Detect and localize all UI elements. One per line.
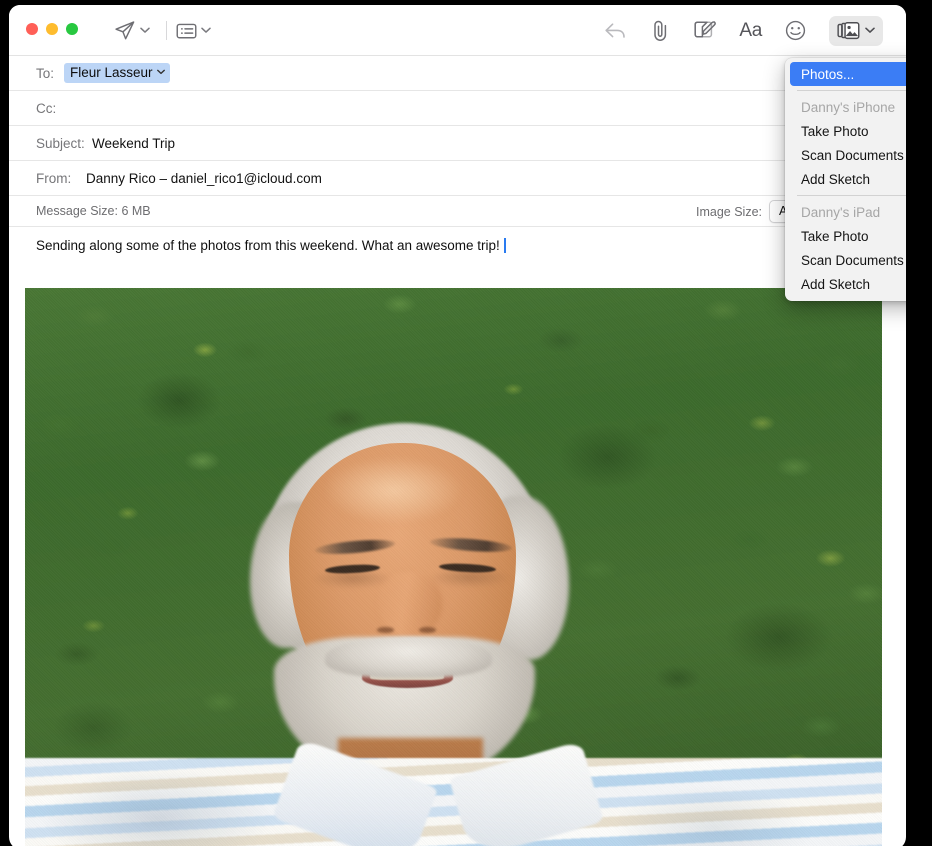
menu-header-danny-iphone: Danny's iPhone: [785, 95, 906, 119]
photo-browser-icon: [837, 21, 860, 41]
reply-arrow-icon[interactable]: [603, 20, 627, 42]
subject-label: Subject:: [36, 136, 92, 151]
menu-item-ipad-take-photo[interactable]: Take Photo: [785, 224, 906, 248]
message-size-label: Message Size: 6 MB: [36, 204, 151, 218]
menu-item-iphone-take-photo[interactable]: Take Photo: [785, 119, 906, 143]
zoom-button[interactable]: [66, 23, 78, 35]
header-fields: To: Fleur Lasseur Cc: Subject: Weekend T…: [9, 56, 906, 196]
recipient-chevron-down-icon[interactable]: [157, 68, 165, 77]
menu-header-danny-ipad: Danny's iPad: [785, 200, 906, 224]
paperclip-icon[interactable]: [649, 19, 671, 43]
photo-attachment[interactable]: [25, 288, 882, 846]
forehead-highlight: [325, 457, 462, 525]
markup-pen-icon[interactable]: [693, 20, 717, 42]
photo-browser-menu: Photos... Danny's iPhone Take Photo Scan…: [785, 58, 906, 301]
menu-item-photos[interactable]: Photos...: [790, 62, 906, 86]
from-field-row[interactable]: From: Danny Rico – daniel_rico1@icloud.c…: [9, 161, 906, 196]
smiley-icon[interactable]: [784, 19, 807, 42]
close-button[interactable]: [26, 23, 38, 35]
nostril-right: [419, 627, 435, 633]
nostril-left: [377, 627, 393, 633]
photo-browser-chevron-down-icon[interactable]: [862, 27, 877, 34]
message-body-text: Sending along some of the photos from th…: [36, 238, 500, 253]
stationery-chevron-down-icon[interactable]: [197, 27, 215, 34]
cc-label: Cc:: [36, 101, 64, 116]
format-text-button[interactable]: Aa: [739, 20, 762, 42]
subject-value: Weekend Trip: [92, 136, 175, 151]
text-caret: [504, 238, 506, 253]
message-size-row: Message Size: 6 MB Image Size: Act: [9, 196, 906, 227]
image-size-label: Image Size:: [696, 205, 762, 219]
menu-item-ipad-add-sketch[interactable]: Add Sketch: [785, 272, 906, 296]
window-toolbar: Aa: [9, 5, 906, 56]
message-body[interactable]: Sending along some of the photos from th…: [9, 227, 906, 263]
recipient-token-fleur-lasseur[interactable]: Fleur Lasseur: [64, 63, 170, 83]
toolbar-right-group: Aa: [603, 5, 883, 56]
person-subject: [25, 288, 882, 846]
cc-field-row[interactable]: Cc:: [9, 91, 906, 126]
toolbar-left-group: [113, 5, 215, 56]
photo-browser-button[interactable]: [829, 16, 883, 46]
menu-separator-1: [797, 90, 906, 91]
menu-separator-2: [797, 195, 906, 196]
photo-attachment-image: [25, 288, 882, 846]
mail-compose-window: Aa: [9, 5, 906, 846]
from-label: From:: [36, 171, 86, 186]
to-field-row[interactable]: To: Fleur Lasseur: [9, 56, 906, 91]
recipient-token-label: Fleur Lasseur: [70, 65, 153, 80]
toolbar-separator: [166, 21, 167, 40]
send-icon[interactable]: [113, 19, 136, 42]
menu-item-iphone-scan-documents[interactable]: Scan Documents: [785, 143, 906, 167]
subject-field-row[interactable]: Subject: Weekend Trip: [9, 126, 906, 161]
menu-item-ipad-scan-documents[interactable]: Scan Documents: [785, 248, 906, 272]
minimize-button[interactable]: [46, 23, 58, 35]
from-value: Danny Rico – daniel_rico1@icloud.com: [86, 171, 322, 186]
mustache: [325, 637, 492, 678]
shirt-shading: [25, 758, 882, 846]
stationery-icon[interactable]: [176, 21, 197, 41]
screen: Aa: [0, 0, 932, 846]
menu-item-iphone-add-sketch[interactable]: Add Sketch: [785, 167, 906, 191]
to-label: To:: [36, 66, 64, 81]
traffic-lights: [26, 23, 78, 35]
send-chevron-down-icon[interactable]: [136, 27, 154, 34]
